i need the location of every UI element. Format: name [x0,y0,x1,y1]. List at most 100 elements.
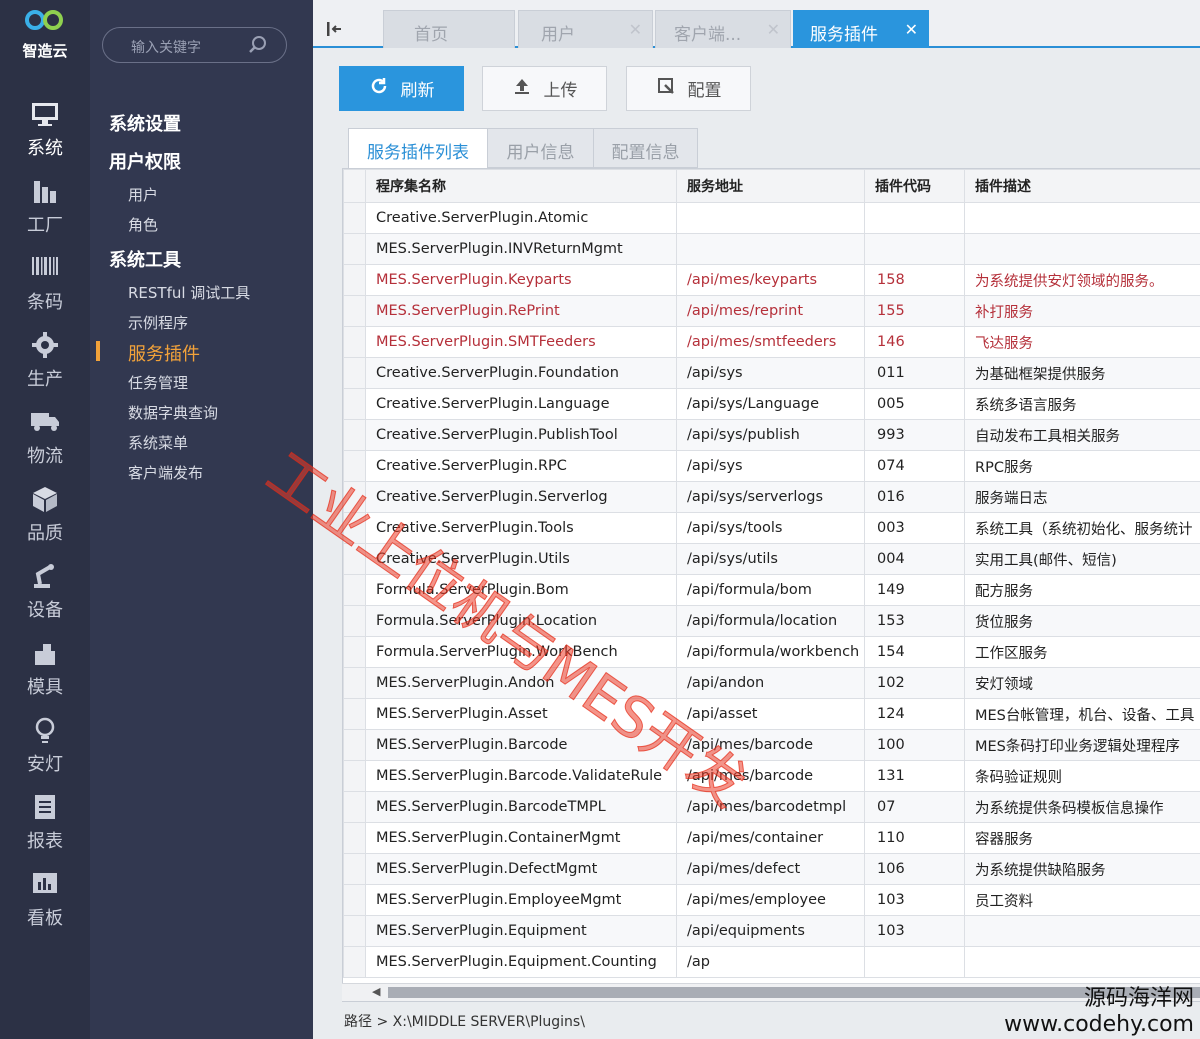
row-selector[interactable] [343,450,366,482]
table-row[interactable]: MES.ServerPlugin.EmployeeMgmt/api/mes/em… [343,884,1200,916]
table-row[interactable]: Creative.ServerPlugin.RPC/api/sys 074 RPC服… [343,450,1200,482]
subtab-config-info[interactable]: 配置信息 [593,128,698,168]
rail-item-reports[interactable]: 报表 [0,793,90,853]
rail-item-production[interactable]: 生产 [0,331,90,391]
subtab-user-info[interactable]: 用户信息 [487,128,594,168]
rail-item-logistics[interactable]: 物流 [0,408,90,468]
row-selector[interactable] [343,543,366,575]
table-row[interactable]: Creative.ServerPlugin.Atomic [343,202,1200,234]
table-row[interactable]: Creative.ServerPlugin.Utils/api/sys/util… [343,543,1200,575]
column-header-assembly[interactable]: 程序集名称 [365,169,677,203]
row-selector[interactable] [343,295,366,327]
column-header-service-url[interactable]: 服务地址 [676,169,865,203]
row-selector[interactable] [343,264,366,296]
menu-item-system-menu[interactable]: 系统菜单 [128,432,188,453]
table-row[interactable]: Creative.ServerPlugin.Serverlog/api/sys/… [343,481,1200,513]
refresh-button[interactable]: 刷新 [339,66,464,111]
table-row[interactable]: MES.ServerPlugin.ContainerMgmt/api/mes/c… [343,822,1200,854]
table-row[interactable]: Creative.ServerPlugin.Tools/api/sys/tool… [343,512,1200,544]
row-selector[interactable] [343,326,366,358]
close-icon[interactable]: ✕ [767,20,780,39]
row-selector[interactable] [343,202,366,234]
row-selector[interactable] [343,388,366,420]
close-icon[interactable]: ✕ [629,20,642,39]
table-row[interactable]: MES.ServerPlugin.Equipment/api/equipment… [343,915,1200,947]
table-row[interactable]: Formula.ServerPlugin.Bom/api/formula/bom… [343,574,1200,606]
menu-group-user-permissions[interactable]: 用户权限 [109,148,181,174]
rail-item-dashboard[interactable]: 看板 [0,870,90,930]
cell-description: MES条码打印业务逻辑处理程序 [964,729,1200,761]
table-row[interactable]: MES.ServerPlugin.Barcode.ValidateRule/ap… [343,760,1200,792]
column-header-description[interactable]: 插件描述 [964,169,1200,203]
row-selector[interactable] [343,946,366,978]
cell-description: 货位服务 [964,605,1200,637]
row-selector[interactable] [343,667,366,699]
menu-item-roles[interactable]: 角色 [128,214,158,235]
row-selector[interactable] [343,636,366,668]
rail-item-barcode[interactable]: 条码 [0,254,90,314]
table-row[interactable]: MES.ServerPlugin.RePrint/api/mes/reprint… [343,295,1200,327]
menu-item-restful-debug[interactable]: RESTful 调试工具 [128,282,250,303]
table-row[interactable]: MES.ServerPlugin.BarcodeTMPL/api/mes/bar… [343,791,1200,823]
table-row[interactable]: MES.ServerPlugin.Andon/api/andon 102 安灯领域 [343,667,1200,699]
table-row[interactable]: MES.ServerPlugin.Keyparts/api/mes/keypar… [343,264,1200,296]
tab-label: 用户 [541,25,575,45]
row-selector[interactable] [343,512,366,544]
table-row[interactable]: MES.ServerPlugin.Equipment.Counting/ap [343,946,1200,978]
table-row[interactable]: MES.ServerPlugin.DefectMgmt/api/mes/defe… [343,853,1200,885]
row-selector[interactable] [343,884,366,916]
tab-service-plugins[interactable]: 服务插件 ✕ [793,10,929,48]
row-selector[interactable] [343,729,366,761]
rail-item-factory[interactable]: 工厂 [0,177,90,237]
menu-item-service-plugins[interactable]: 服务插件 [128,340,200,366]
menu-item-users[interactable]: 用户 [128,184,158,205]
menu-group-system-settings[interactable]: 系统设置 [109,110,181,136]
row-selector[interactable] [343,481,366,513]
upload-button[interactable]: 上传 [482,66,607,111]
table-row[interactable]: Formula.ServerPlugin.Location/api/formul… [343,605,1200,637]
config-label: 配置 [687,81,722,101]
collapse-sidebar-icon[interactable] [325,20,345,42]
row-selector[interactable] [343,233,366,265]
table-row[interactable]: Formula.ServerPlugin.WorkBench/api/formu… [343,636,1200,668]
menu-item-sample-programs[interactable]: 示例程序 [128,312,188,333]
table-row[interactable]: Creative.ServerPlugin.Language/api/sys/L… [343,388,1200,420]
row-selector[interactable] [343,915,366,947]
row-selector[interactable] [343,791,366,823]
row-selector[interactable] [343,357,366,389]
menu-item-client-publish[interactable]: 客户端发布 [128,462,203,483]
rail-item-mold[interactable]: 模具 [0,639,90,699]
config-button[interactable]: 配置 [626,66,751,111]
row-selector[interactable] [343,698,366,730]
rail-item-system[interactable]: 系统 [0,100,90,160]
rail-item-andon[interactable]: 安灯 [0,716,90,776]
row-selector[interactable] [343,853,366,885]
rail-item-equipment[interactable]: 设备 [0,562,90,622]
row-selector[interactable] [343,419,366,451]
scroll-left-icon[interactable]: ◀ [372,985,380,998]
row-selector[interactable] [343,605,366,637]
cell-description: 为系统提供安灯领域的服务。 [964,264,1200,296]
table-row[interactable]: MES.ServerPlugin.INVReturnMgmt [343,233,1200,265]
table-row[interactable]: MES.ServerPlugin.Asset/api/asset 124 MES台帐… [343,698,1200,730]
menu-item-data-dictionary[interactable]: 数据字典查询 [128,402,218,423]
table-row[interactable]: Creative.ServerPlugin.PublishTool/api/sy… [343,419,1200,451]
tab-client[interactable]: 客户端... ✕ [655,10,791,48]
row-selector[interactable] [343,574,366,606]
tab-users[interactable]: 用户 ✕ [518,10,653,48]
table-row[interactable]: Creative.ServerPlugin.Foundation/api/sys… [343,357,1200,389]
column-header-plugin-code[interactable]: 插件代码 [864,169,965,203]
table-row[interactable]: MES.ServerPlugin.SMTFeeders/api/mes/smtf… [343,326,1200,358]
tab-home[interactable]: 首页 [383,10,515,48]
rail-item-quality[interactable]: 品质 [0,485,90,545]
table-row[interactable]: MES.ServerPlugin.Barcode/api/mes/barcode… [343,729,1200,761]
subtab-plugin-list[interactable]: 服务插件列表 [348,128,488,169]
menu-item-task-management[interactable]: 任务管理 [128,372,188,393]
close-icon[interactable]: ✕ [905,20,918,39]
menu-group-system-tools[interactable]: 系统工具 [109,246,181,272]
search-input[interactable]: 输入关键字 [102,27,287,63]
row-selector[interactable] [343,760,366,792]
search-icon[interactable] [248,35,268,59]
row-selector[interactable] [343,822,366,854]
factory-icon [0,177,90,207]
